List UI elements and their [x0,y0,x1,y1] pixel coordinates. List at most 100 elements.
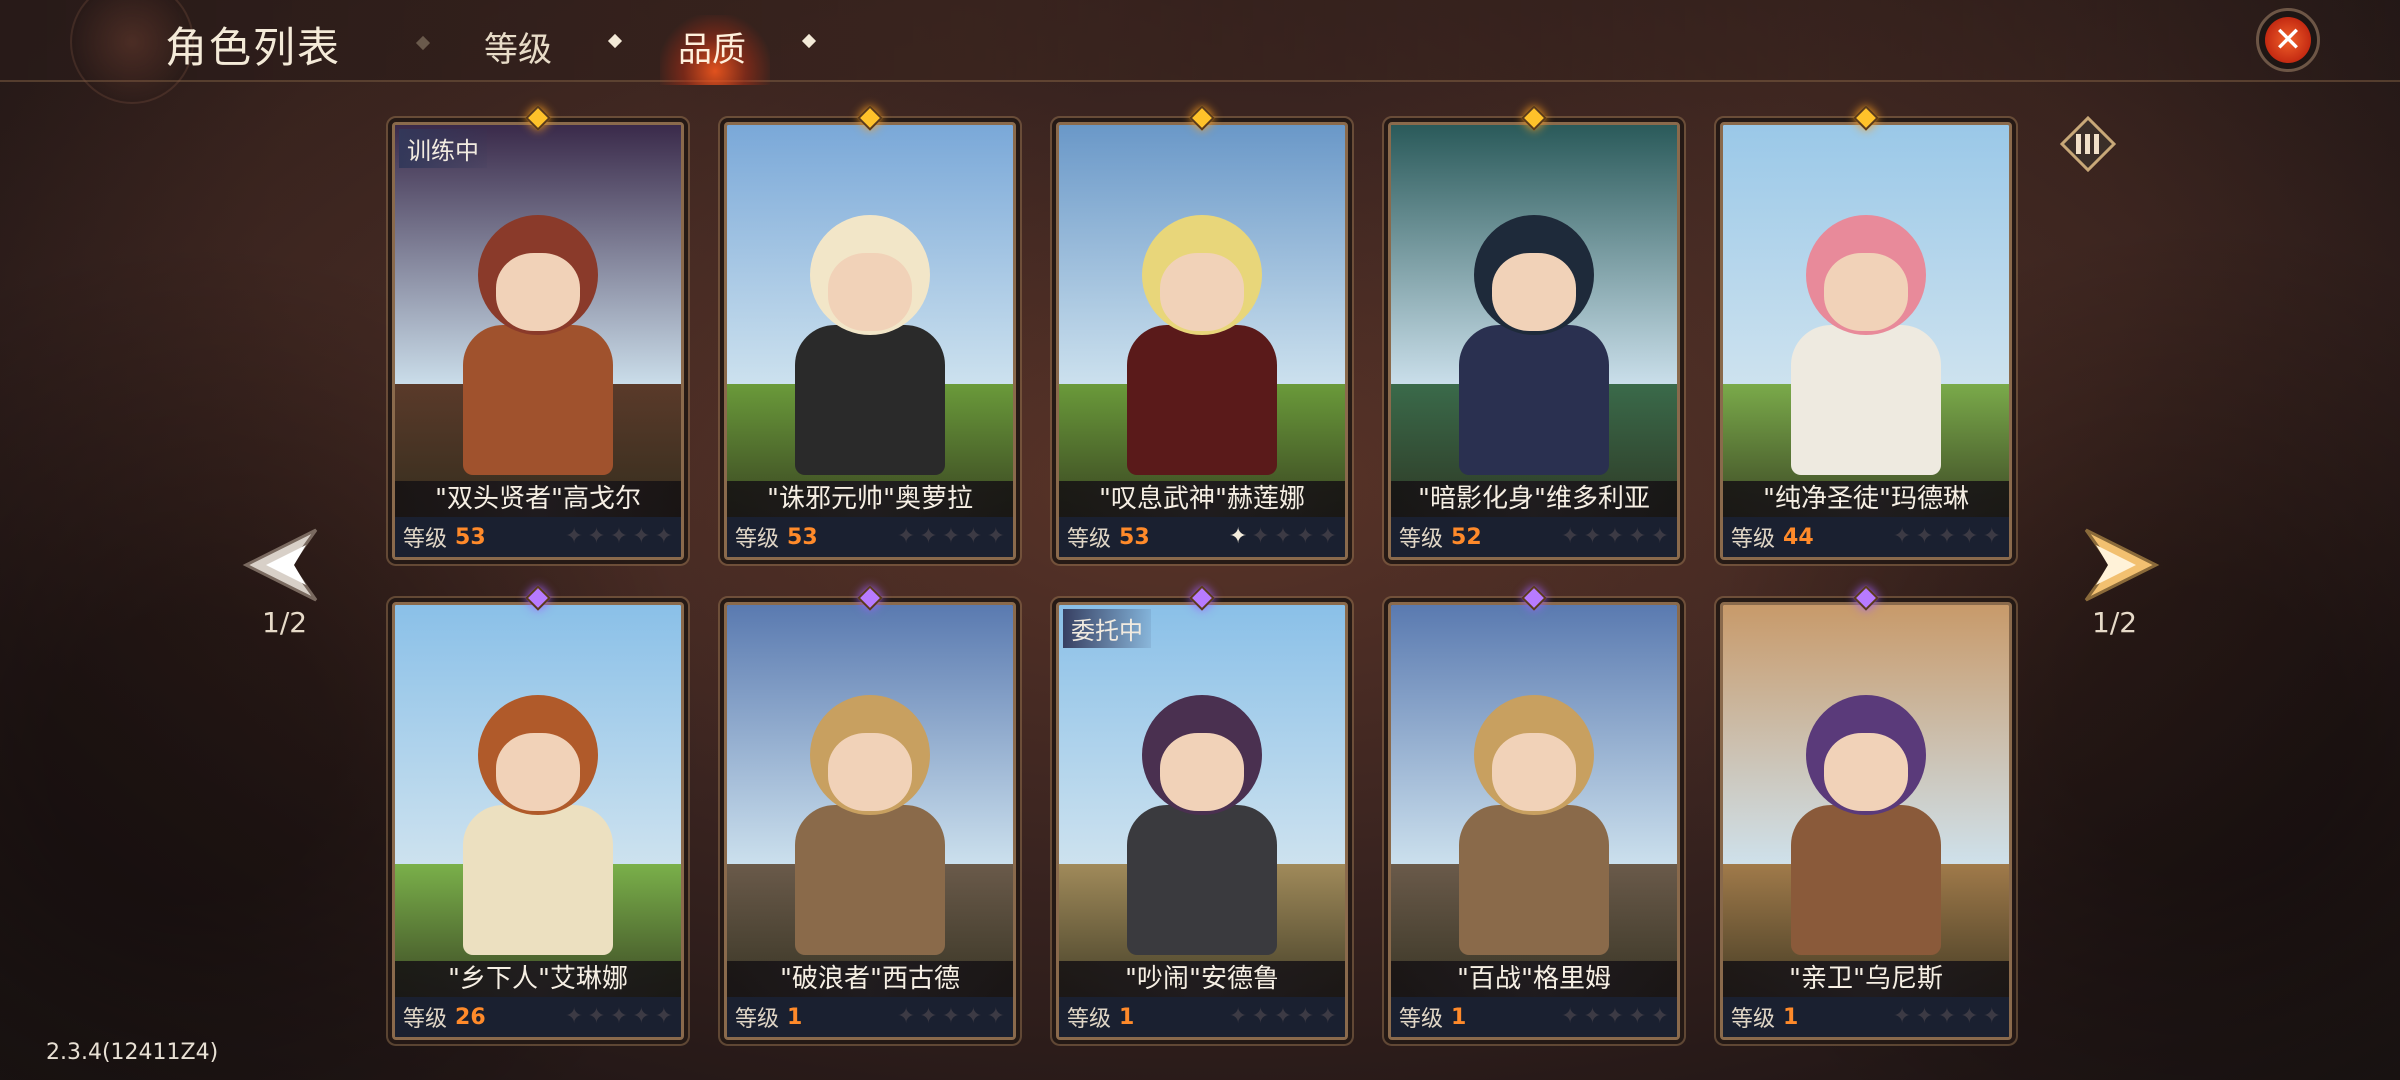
character-name: "诛邪元帅"奥萝拉 [727,481,1013,517]
star-icon: ✦ [1915,524,1934,549]
star-rating: ✦ ✦ ✦ ✦ ✦ [565,526,673,548]
star-rating: ✦ ✦ ✦ ✦ ✦ [1561,1006,1669,1028]
level-row: 等级 53 ✦ ✦ ✦ ✦ ✦ [727,517,1013,557]
level-row: 等级 53 ✦ ✦ ✦ ✦ ✦ [395,517,681,557]
character-name: "暗影化身"维多利亚 [1391,481,1677,517]
level-label: 等级 [1067,527,1112,552]
star-rating: ✦ ✦ ✦ ✦ ✦ [1893,1006,2001,1028]
status-badge: 训练中 [399,129,487,168]
star-icon: ✦ [1915,1004,1934,1029]
star-icon: ✦ [896,1004,916,1029]
star-icon: ✦ [1892,1004,1912,1029]
level-row: 等级 1 ✦ ✦ ✦ ✦ ✦ [1391,997,1677,1037]
level-row: 等级 44 ✦ ✦ ✦ ✦ ✦ [1723,517,2009,557]
level-row: 等级 1 ✦ ✦ ✦ ✦ ✦ [1723,997,2009,1037]
level-value: 1 [787,1004,803,1030]
character-figure [1449,695,1619,955]
character-name: "百战"格里姆 [1391,961,1677,997]
star-icon: ✦ [587,524,606,549]
level-value: 26 [455,1004,486,1030]
star-icon: ✦ [1937,1004,1957,1029]
star-icon: ✦ [609,1004,629,1029]
star-icon: ✦ [1650,1004,1669,1029]
star-rating: ✦ ✦ ✦ ✦ ✦ [1229,526,1337,548]
character-card[interactable]: "双头贤者"高戈尔 等级 53 ✦ ✦ ✦ ✦ ✦ 训练中 [392,122,684,560]
character-name: "乡下人"艾琳娜 [395,961,681,997]
star-icon: ✦ [986,524,1005,549]
star-icon: ✦ [654,1004,673,1029]
level-value: 53 [1119,524,1150,550]
star-rating: ✦ ✦ ✦ ✦ ✦ [1893,526,2001,548]
star-icon: ✦ [896,524,916,549]
star-icon: ✦ [1628,1004,1647,1029]
star-icon: ✦ [1960,1004,1979,1029]
level-value: 1 [1783,1004,1799,1030]
character-name: "破浪者"西古德 [727,961,1013,997]
character-name: "叹息武神"赫莲娜 [1059,481,1345,517]
level-row: 等级 26 ✦ ✦ ✦ ✦ ✦ [395,997,681,1037]
version-label: 2.3.4(12411Z4) [46,1040,219,1065]
star-icon: ✦ [1960,524,1979,549]
character-figure [1781,215,1951,475]
level-label: 等级 [1731,1007,1776,1032]
character-grid: "双头贤者"高戈尔 等级 53 ✦ ✦ ✦ ✦ ✦ 训练中 "诛邪元帅"奥萝拉 等级 5… [0,0,2400,1080]
level-row: 等级 1 ✦ ✦ ✦ ✦ ✦ [727,997,1013,1037]
star-icon: ✦ [632,1004,651,1029]
character-card[interactable]: "叹息武神"赫莲娜 等级 53 ✦ ✦ ✦ ✦ ✦ [1056,122,1348,560]
level-row: 等级 1 ✦ ✦ ✦ ✦ ✦ [1059,997,1345,1037]
character-card[interactable]: "纯净圣徒"玛德琳 等级 44 ✦ ✦ ✦ ✦ ✦ [1720,122,2012,560]
star-icon: ✦ [1318,1004,1337,1029]
star-icon: ✦ [564,524,584,549]
character-card[interactable]: "吵闹"安德鲁 等级 1 ✦ ✦ ✦ ✦ ✦ 委托中 [1056,602,1348,1040]
character-card[interactable]: "破浪者"西古德 等级 1 ✦ ✦ ✦ ✦ ✦ [724,602,1016,1040]
star-icon: ✦ [1650,524,1669,549]
star-rating: ✦ ✦ ✦ ✦ ✦ [565,1006,673,1028]
star-icon: ✦ [1982,524,2001,549]
character-figure [1449,215,1619,475]
status-badge: 委托中 [1063,609,1151,648]
star-icon: ✦ [1251,524,1270,549]
star-icon: ✦ [941,1004,961,1029]
star-icon: ✦ [654,524,673,549]
star-icon: ✦ [941,524,961,549]
character-card[interactable]: "乡下人"艾琳娜 等级 26 ✦ ✦ ✦ ✦ ✦ [392,602,684,1040]
star-icon: ✦ [609,524,629,549]
level-row: 等级 52 ✦ ✦ ✦ ✦ ✦ [1391,517,1677,557]
level-value: 53 [455,524,486,550]
star-rating: ✦ ✦ ✦ ✦ ✦ [897,526,1005,548]
star-icon: ✦ [919,1004,938,1029]
character-name: "吵闹"安德鲁 [1059,961,1345,997]
star-icon: ✦ [1982,1004,2001,1029]
level-row: 等级 53 ✦ ✦ ✦ ✦ ✦ [1059,517,1345,557]
star-icon: ✦ [1605,524,1625,549]
character-card[interactable]: "百战"格里姆 等级 1 ✦ ✦ ✦ ✦ ✦ [1388,602,1680,1040]
character-figure [1117,215,1287,475]
star-icon: ✦ [1583,524,1602,549]
star-rating: ✦ ✦ ✦ ✦ ✦ [897,1006,1005,1028]
star-rating: ✦ ✦ ✦ ✦ ✦ [1229,1006,1337,1028]
star-icon: ✦ [1273,1004,1293,1029]
star-icon: ✦ [1560,1004,1580,1029]
star-icon: ✦ [1628,524,1647,549]
star-icon: ✦ [986,1004,1005,1029]
character-name: "纯净圣徒"玛德琳 [1723,481,2009,517]
character-figure [453,215,623,475]
level-label: 等级 [1731,527,1776,552]
character-figure [453,695,623,955]
star-icon: ✦ [1937,524,1957,549]
level-value: 53 [787,524,818,550]
character-card[interactable]: "诛邪元帅"奥萝拉 等级 53 ✦ ✦ ✦ ✦ ✦ [724,122,1016,560]
level-label: 等级 [1067,1007,1112,1032]
level-value: 52 [1451,524,1482,550]
star-icon: ✦ [964,1004,983,1029]
star-icon: ✦ [587,1004,606,1029]
character-name: "亲卫"乌尼斯 [1723,961,2009,997]
star-icon: ✦ [1583,1004,1602,1029]
star-icon: ✦ [1296,1004,1315,1029]
character-card[interactable]: "暗影化身"维多利亚 等级 52 ✦ ✦ ✦ ✦ ✦ [1388,122,1680,560]
character-figure [785,215,955,475]
character-figure [785,695,955,955]
star-icon: ✦ [632,524,651,549]
level-label: 等级 [735,527,780,552]
character-card[interactable]: "亲卫"乌尼斯 等级 1 ✦ ✦ ✦ ✦ ✦ [1720,602,2012,1040]
